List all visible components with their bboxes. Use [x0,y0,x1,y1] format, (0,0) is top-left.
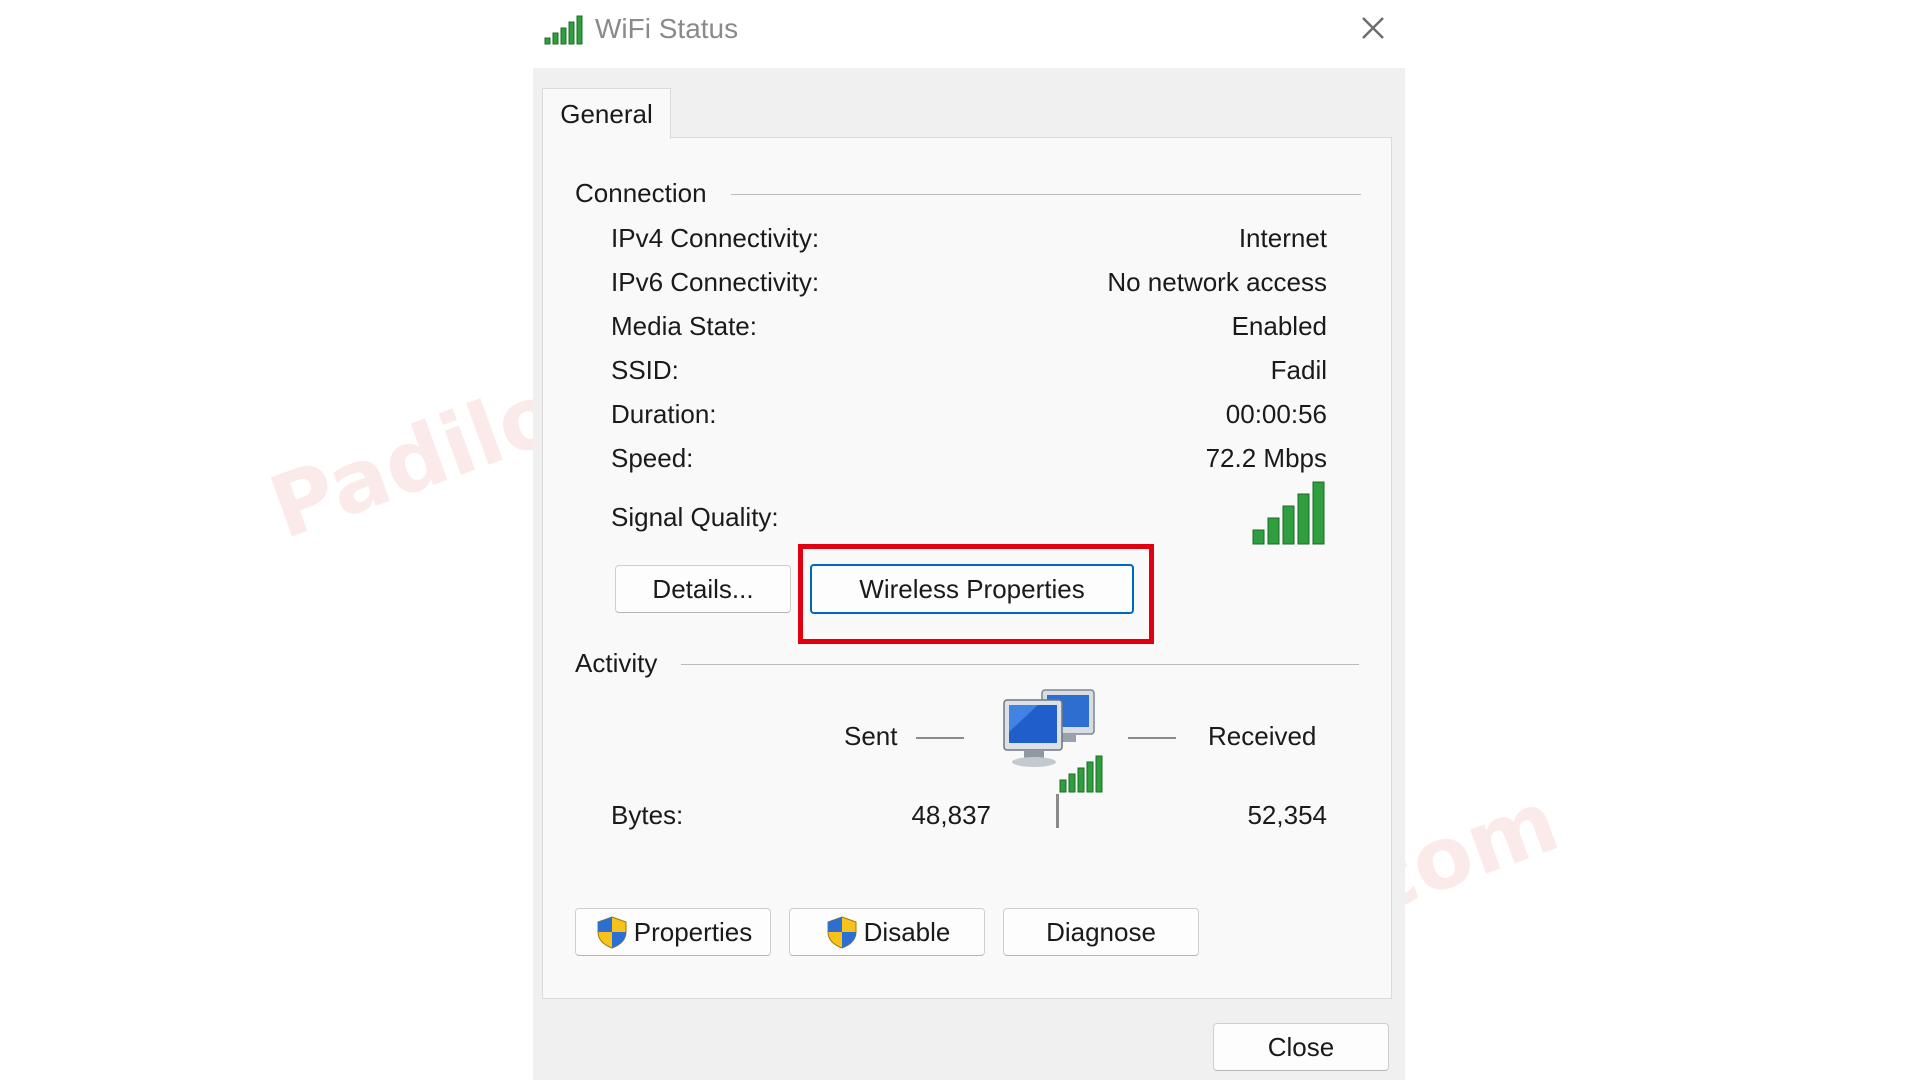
properties-button[interactable]: Properties [575,908,771,956]
signal-quality-label: Signal Quality: [611,502,779,532]
uac-shield-icon [597,916,627,949]
sent-label: Sent [844,721,898,751]
signal-bar [1252,529,1265,545]
speed-value: 72.2 Mbps [1205,443,1327,473]
bytes-divider [1056,794,1059,828]
signal-bar [1312,481,1325,545]
disable-button[interactable]: Disable [789,908,985,956]
network-computers-icon [1003,689,1103,793]
ipv6-label: IPv6 Connectivity: [611,267,820,297]
bytes-sent-value: 48,837 [911,800,991,830]
media-state-label: Media State: [611,311,757,341]
disable-button-label: Disable [863,916,951,947]
details-button[interactable]: Details... [615,565,791,613]
uac-shield-icon [827,916,857,949]
wifi-status-window: WiFi Status General Connection IPv4 Conn… [533,0,1405,1080]
title-bar: WiFi Status [533,0,1405,68]
section-divider [681,664,1359,665]
connection-section-title: Connection [575,178,707,208]
tab-general[interactable]: General [542,88,671,139]
close-icon[interactable] [1355,10,1391,46]
signal-bar [1267,517,1280,545]
duration-value: 00:00:56 [1225,399,1327,429]
speed-label: Speed: [611,443,694,473]
diagnose-button[interactable]: Diagnose [1003,908,1199,956]
signal-quality-icon [1252,481,1325,545]
ssid-value: Fadil [1270,355,1327,385]
received-label: Received [1208,721,1317,751]
properties-button-label: Properties [633,916,753,947]
duration-label: Duration: [611,399,717,429]
media-state-value: Enabled [1231,311,1327,341]
window-title: WiFi Status [595,13,739,44]
activity-section-title: Activity [575,648,658,678]
ipv4-label: IPv4 Connectivity: [611,223,820,253]
signal-bar [1297,493,1310,545]
general-tab-panel: Connection IPv4 Connectivity: Internet I… [542,137,1392,999]
section-divider [731,194,1361,195]
signal-bar [1282,505,1295,545]
wifi-signal-icon [544,15,583,45]
ipv4-value: Internet [1238,223,1327,253]
ipv6-value: No network access [1107,267,1327,297]
bytes-received-value: 52,354 [1247,800,1327,830]
sent-connector-line [916,737,964,739]
dialog-client-area: General Connection IPv4 Connectivity: In… [533,68,1405,1080]
ssid-label: SSID: [611,355,679,385]
bytes-label: Bytes: [611,800,684,830]
received-connector-line [1128,737,1176,739]
close-button[interactable]: Close [1213,1023,1389,1071]
highlight-box [798,544,1154,644]
